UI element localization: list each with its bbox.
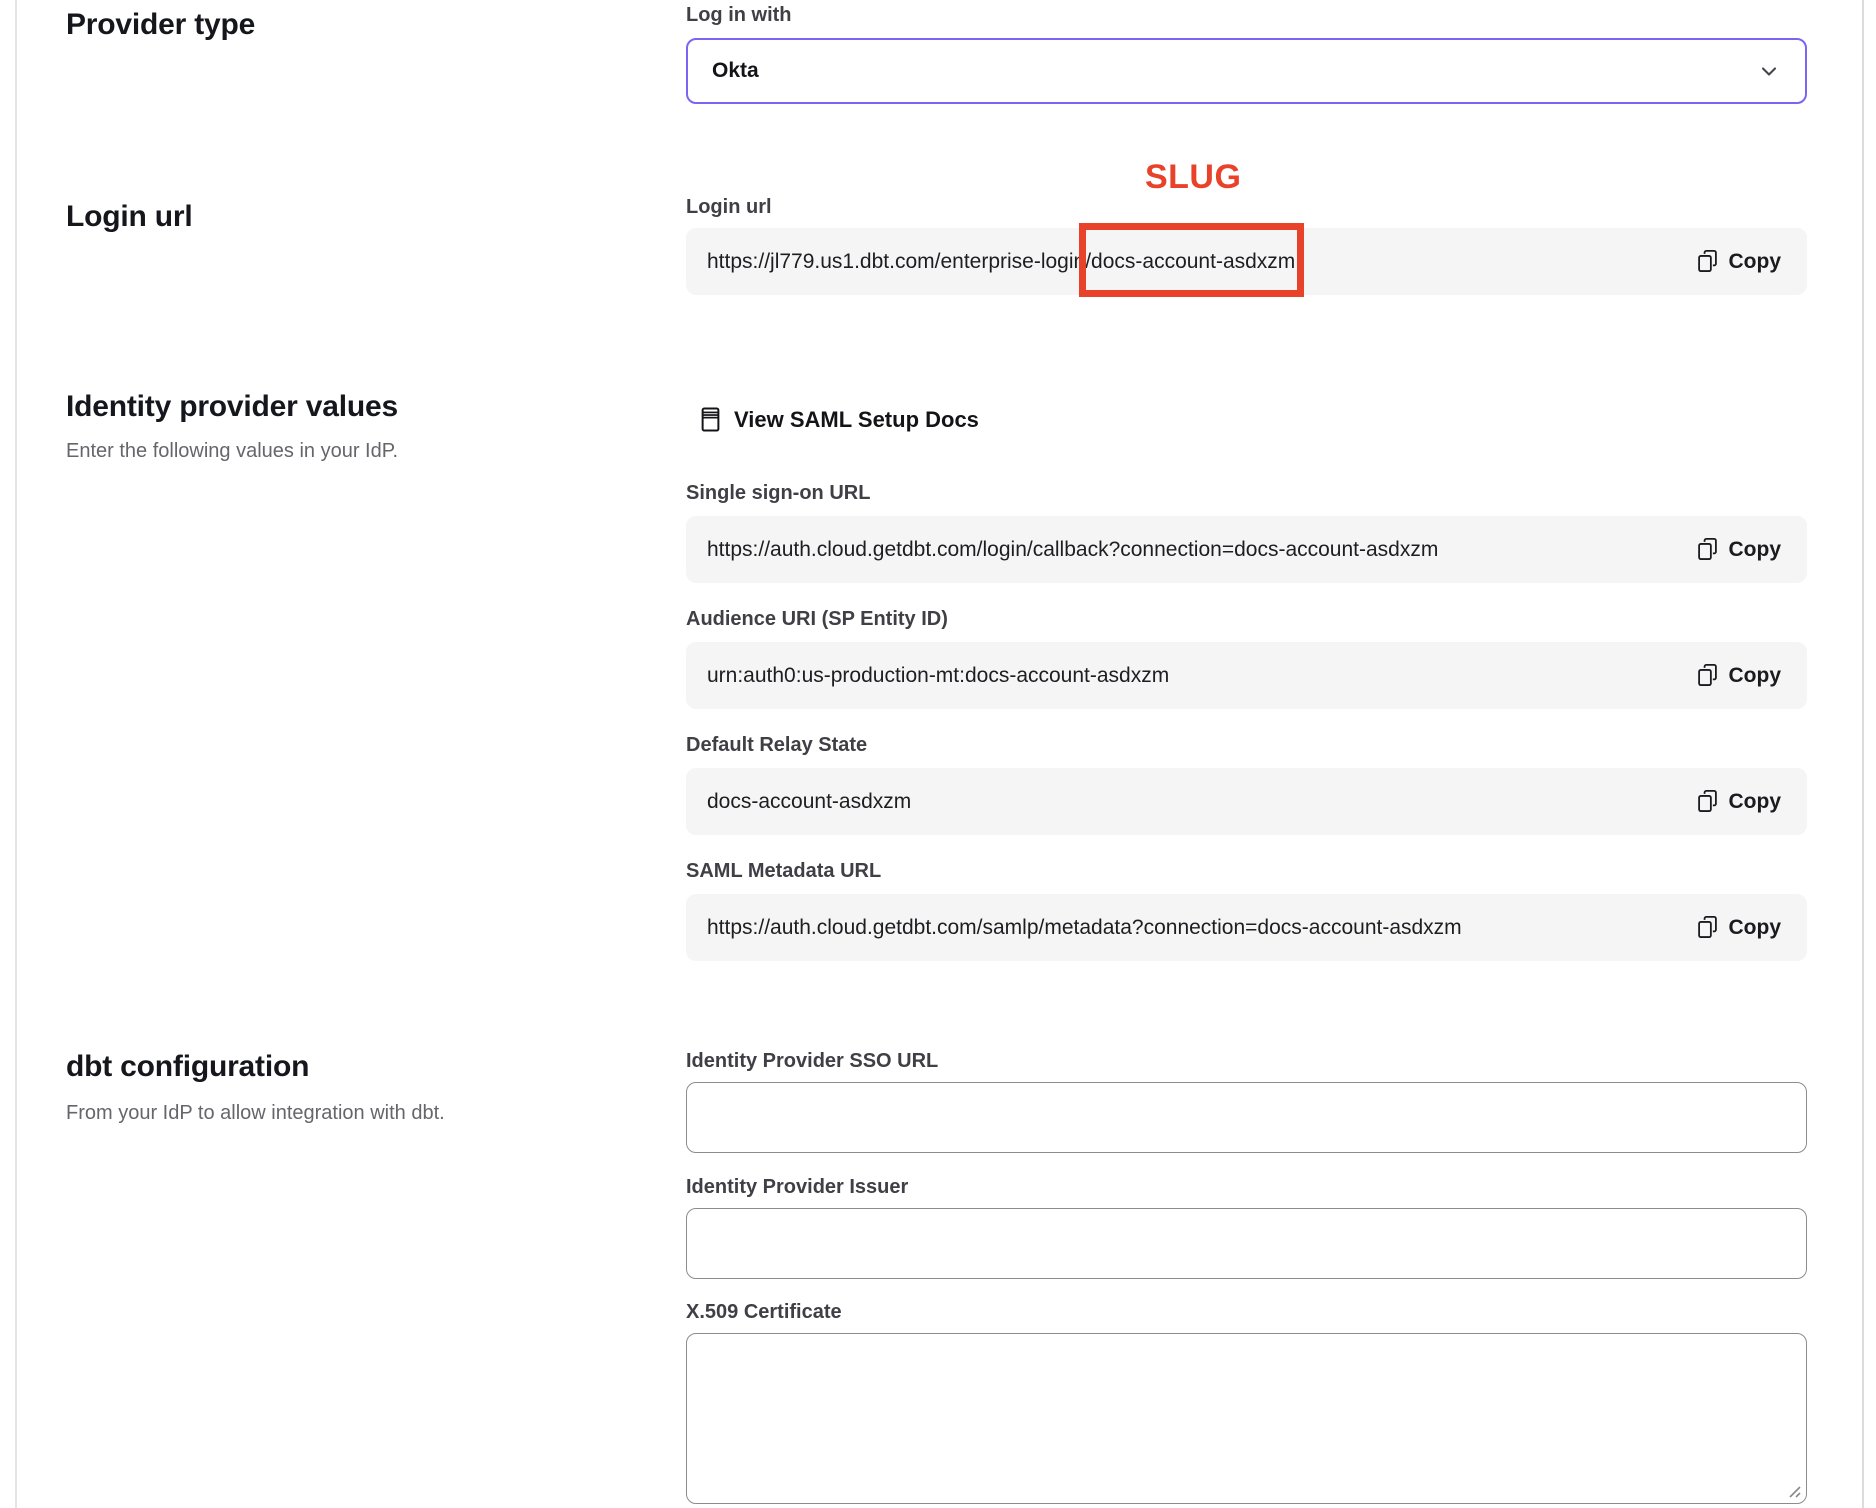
copy-icon [1697,789,1718,814]
x509-certificate-field-wrap [686,1333,1807,1504]
identity-provider-values-subtitle: Enter the following values in your IdP. [66,440,398,463]
audience-uri-copy-button[interactable]: Copy [1697,663,1782,688]
saml-metadata-url-label: SAML Metadata URL [686,860,881,883]
sso-url-copy-button[interactable]: Copy [1697,537,1782,562]
copy-icon [1697,249,1718,274]
default-relay-state-value: docs-account-asdxzm [707,790,911,814]
copy-icon [1697,915,1718,940]
saml-metadata-url-value: https://auth.cloud.getdbt.com/samlp/meta… [707,916,1462,940]
saml-metadata-url-field: https://auth.cloud.getdbt.com/samlp/meta… [686,894,1807,961]
left-panel-border [15,0,17,1508]
docs-link-label: View SAML Setup Docs [734,407,979,433]
sso-settings-page: Provider type Login url Identity provide… [0,0,1876,1508]
login-with-select[interactable]: Okta [686,38,1807,104]
chevron-down-icon [1757,59,1781,83]
audience-uri-label: Audience URI (SP Entity ID) [686,608,948,631]
copy-button-label: Copy [1729,790,1782,814]
idp-issuer-label: Identity Provider Issuer [686,1176,908,1199]
copy-button-label: Copy [1729,664,1782,688]
docs-icon [700,406,721,433]
idp-issuer-input[interactable] [686,1208,1807,1279]
login-with-label: Log in with [686,4,792,27]
login-url-section-title: Login url [66,200,193,234]
default-relay-state-label: Default Relay State [686,734,867,757]
copy-button-label: Copy [1729,538,1782,562]
login-with-selected-value: Okta [712,59,759,83]
provider-type-section-title: Provider type [66,8,255,42]
sso-url-label: Single sign-on URL [686,482,870,505]
idp-sso-url-input[interactable] [686,1082,1807,1153]
copy-button-label: Copy [1729,250,1782,274]
copy-icon [1697,537,1718,562]
saml-metadata-url-copy-button[interactable]: Copy [1697,915,1782,940]
right-panel-border [1862,0,1864,1508]
copy-icon [1697,663,1718,688]
audience-uri-value: urn:auth0:us-production-mt:docs-account-… [707,664,1169,688]
identity-provider-values-section-title: Identity provider values [66,390,398,424]
login-url-slug: docs-account-asdxzm [1091,250,1295,273]
x509-certificate-textarea[interactable] [686,1333,1807,1504]
view-saml-setup-docs-link[interactable]: View SAML Setup Docs [700,406,979,433]
login-url-field-label: Login url [686,196,772,219]
idp-sso-url-label: Identity Provider SSO URL [686,1050,938,1073]
default-relay-state-field: docs-account-asdxzm Copy [686,768,1807,835]
slug-highlight-box: docs-account-asdxzm SLUG [1091,250,1295,274]
dbt-configuration-section-title: dbt configuration [66,1050,309,1084]
default-relay-state-copy-button[interactable]: Copy [1697,789,1782,814]
dbt-configuration-subtitle: From your IdP to allow integration with … [66,1102,445,1125]
sso-url-value: https://auth.cloud.getdbt.com/login/call… [707,538,1438,562]
audience-uri-field: urn:auth0:us-production-mt:docs-account-… [686,642,1807,709]
slug-annotation-label: SLUG [1145,158,1241,197]
x509-certificate-label: X.509 Certificate [686,1301,842,1324]
login-url-field: https://jl779.us1.dbt.com/enterprise-log… [686,228,1807,295]
login-url-prefix: https://jl779.us1.dbt.com/enterprise-log… [707,250,1091,274]
copy-button-label: Copy [1729,916,1782,940]
login-url-copy-button[interactable]: Copy [1697,249,1782,274]
sso-url-field: https://auth.cloud.getdbt.com/login/call… [686,516,1807,583]
